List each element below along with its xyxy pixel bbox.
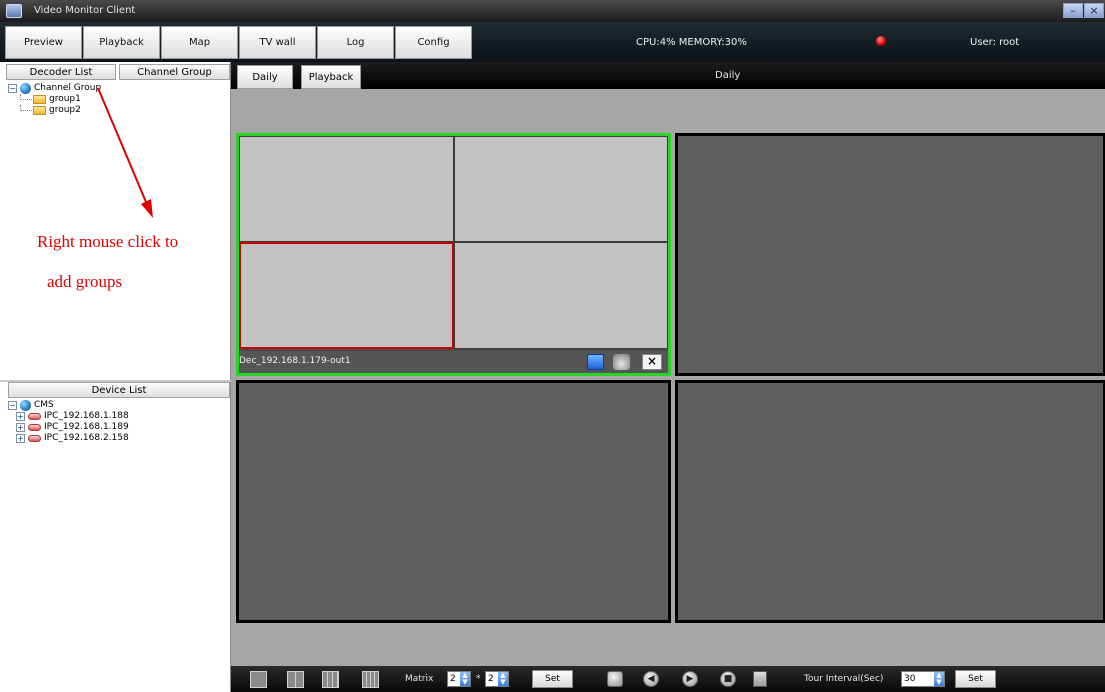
matrix-rows-value: 2 [450,674,456,684]
nav-config-button[interactable]: Config [395,26,472,59]
globe-icon [20,400,31,411]
layout-4x4-icon[interactable] [362,671,379,688]
tour-set-button[interactable]: Set [955,670,996,688]
screen-cell[interactable] [239,136,454,242]
tour-interval-input[interactable]: 30 ▲ ▼ [901,671,945,687]
camera-icon [28,424,41,431]
tv-screen-1[interactable]: Dec_192.168.1.179-out1 × [236,133,671,376]
matrix-cols-value: 2 [488,674,494,684]
tree-node-group1[interactable]: group1 [8,93,101,105]
tree-node-device[interactable]: + IPC_192.168.2.158 [8,433,129,444]
annotation-line-2: add groups [47,272,123,291]
view-title: Daily [715,70,741,81]
minimize-button[interactable]: – [1063,3,1083,18]
expand-icon[interactable]: + [16,412,25,421]
tab-daily[interactable]: Daily [237,65,293,89]
tv-wall-panel: Daily Playback Daily Dec_192.168.1.179-o… [231,62,1105,692]
tree-node-label: IPC_192.168.1.188 [44,411,129,421]
tree-node-cms[interactable]: − CMS [8,400,129,411]
screen-footer: Dec_192.168.1.179-out1 × [239,351,668,373]
tv-screen-3[interactable] [236,380,671,623]
expand-icon[interactable]: + [16,423,25,432]
channel-group-tree: − Channel Group group1 group2 [8,83,101,116]
close-window-button[interactable]: × [1084,3,1104,18]
tab-playback[interactable]: Playback [301,65,361,89]
spinner-arrows-icon[interactable]: ▲ ▼ [934,672,944,686]
layout-2x2-icon[interactable] [287,671,304,688]
tree-node-label: group1 [49,94,81,104]
tree-node-label: IPC_192.168.2.158 [44,433,129,443]
annotation-line-1: Right mouse click to [37,232,179,251]
device-list-header[interactable]: Device List [8,382,230,398]
nav-preview-button[interactable]: Preview [5,26,82,59]
matrix-cols-input[interactable]: 2 ▲ ▼ [485,671,509,687]
tab-decoder-list[interactable]: Decoder List [6,64,116,80]
layout-1x1-icon[interactable] [250,671,267,688]
screen-label: Dec_192.168.1.179-out1 [239,356,351,366]
close-icon[interactable]: × [642,354,662,370]
matrix-rows-input[interactable]: 2 ▲ ▼ [447,671,471,687]
folder-icon [33,95,46,104]
globe-icon [20,83,31,94]
output-icon[interactable] [613,354,630,370]
user-status: User: root [970,37,1020,48]
alarm-icon[interactable] [876,36,886,46]
next-icon[interactable]: ▶ [682,671,698,687]
spinner-arrows-icon[interactable]: ▲ ▼ [460,672,470,686]
matrix-separator: * [476,674,481,684]
nav-playback-button[interactable]: Playback [83,26,160,59]
tour-interval-label: Tour Interval(Sec) [804,674,884,684]
window-title: Video Monitor Client [34,5,136,16]
tree-node-device[interactable]: + IPC_192.168.1.189 [8,422,129,433]
tree-node-device[interactable]: + IPC_192.168.1.188 [8,411,129,422]
title-bar: Video Monitor Client – × [0,0,1105,22]
top-navigation: Preview Playback Map TV wall Log Config … [0,22,1105,62]
camera-icon [28,435,41,442]
tour-interval-value: 30 [904,674,916,684]
screen-cell[interactable] [454,136,668,242]
tree-node-label: Channel Group [34,83,102,93]
app-icon [6,4,22,18]
matrix-label: Matrix [405,674,434,684]
tab-channel-group[interactable]: Channel Group [119,64,230,80]
cpu-memory-status: CPU:4% MEMORY:30% [636,37,747,48]
camera-icon [28,413,41,420]
mute-icon[interactable] [753,671,767,687]
tree-connector [20,104,32,111]
matrix-set-button[interactable]: Set [532,670,573,688]
tree-node-group2[interactable]: group2 [8,104,101,116]
tree-node-label: IPC_192.168.1.189 [44,422,129,432]
collapse-icon[interactable]: − [8,84,17,93]
monitor-icon[interactable] [587,354,604,370]
left-panel: Decoder List Channel Group − Channel Gro… [0,62,231,692]
tree-connector [20,93,32,100]
stop-icon[interactable]: ■ [720,671,736,687]
nav-tv-wall-button[interactable]: TV wall [239,26,316,59]
bottom-toolbar: Matrix 2 ▲ ▼ * 2 ▲ ▼ Set ◀ ▶ ■ Tour Interv… [231,666,1105,692]
subtab-bar: Daily Playback Daily [231,62,1105,89]
folder-icon [33,106,46,115]
previous-icon[interactable]: ◀ [643,671,659,687]
tv-screen-4[interactable] [675,380,1105,623]
device-tree: − CMS + IPC_192.168.1.188 + IPC_192.168.… [8,400,129,444]
nav-log-button[interactable]: Log [317,26,394,59]
expand-icon[interactable]: + [16,434,25,443]
tree-node-channel-group[interactable]: − Channel Group [8,83,101,94]
collapse-icon[interactable]: − [8,401,17,410]
tree-node-label: CMS [34,400,54,410]
tree-node-label: group2 [49,105,81,115]
screen-cell[interactable] [454,242,668,349]
tour-icon[interactable] [607,671,623,687]
spinner-arrows-icon[interactable]: ▲ ▼ [498,672,508,686]
screen-cell-selected[interactable] [239,242,454,349]
tv-screen-2[interactable] [675,133,1105,376]
nav-map-button[interactable]: Map [161,26,238,59]
layout-3x3-icon[interactable] [322,671,339,688]
